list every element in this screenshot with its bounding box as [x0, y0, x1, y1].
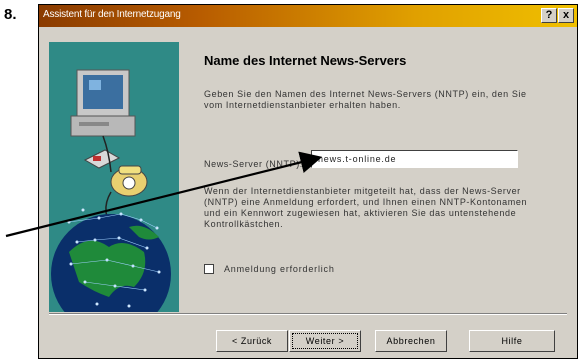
intro-text: Geben Sie den Namen des Internet News-Se… [204, 89, 527, 110]
close-button[interactable]: x [558, 8, 574, 23]
help-button[interactable]: Hilfe [469, 330, 555, 352]
title-bar[interactable]: Assistent für den Internetzugang ? x [39, 5, 577, 27]
login-note-text: Wenn der Internetdienstanbieter mitgetei… [204, 186, 528, 229]
help-title-button[interactable]: ? [541, 8, 557, 23]
back-button[interactable]: < Zurück [216, 330, 288, 352]
login-required-label: Anmeldung erforderlich [224, 264, 335, 274]
window-title: Assistent für den Internetzugang [43, 9, 181, 20]
wizard-illustration [49, 42, 179, 312]
internet-connection-wizard-dialog: Assistent für den Internetzugang ? x Nam… [38, 4, 578, 359]
button-separator [49, 313, 567, 315]
next-button[interactable]: Weiter > [289, 330, 361, 352]
news-server-label: News-Server (NNTP): [204, 159, 303, 169]
page-heading: Name des Internet News-Servers [204, 53, 407, 68]
cancel-button[interactable]: Abbrechen [375, 330, 447, 352]
news-server-input[interactable]: news.t-online.de [311, 150, 518, 168]
step-number: 8. [4, 6, 17, 23]
login-required-checkbox[interactable] [204, 264, 214, 274]
computer-and-globe-illustration [51, 69, 171, 312]
